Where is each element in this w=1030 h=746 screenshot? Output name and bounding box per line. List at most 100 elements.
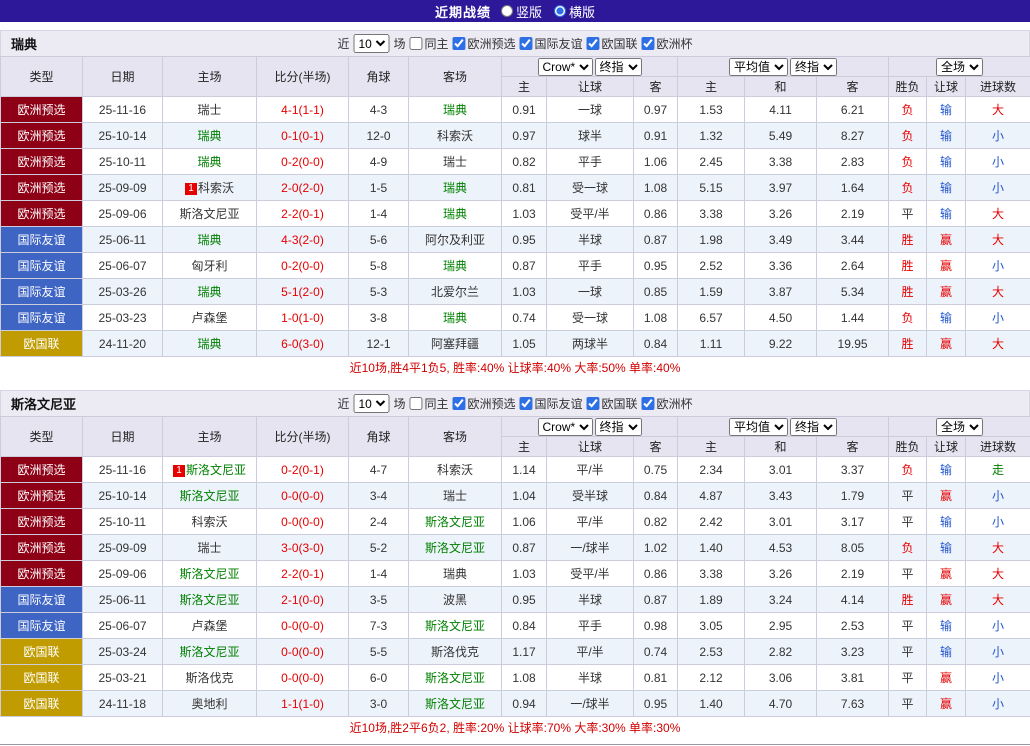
competition-checkbox[interactable]: [452, 397, 465, 410]
away-team: 波黑: [409, 587, 502, 613]
competition-filter[interactable]: 欧洲杯: [642, 395, 693, 412]
competition-checkbox[interactable]: [587, 37, 600, 50]
competition-filter[interactable]: 国际友谊: [520, 395, 583, 412]
sub-column-header: 胜负: [889, 437, 927, 457]
home-team: 斯洛文尼亚: [163, 561, 257, 587]
corner-count: 3-5: [349, 587, 409, 613]
average-odds-value: 2.64: [817, 253, 889, 279]
bookmaker-odds-value: 一球: [547, 97, 634, 123]
score-cell: 0-0(0-0): [257, 509, 349, 535]
odds-group-header: Crow*终指: [502, 57, 678, 77]
average-odds-value: 7.63: [817, 691, 889, 717]
odds-source-select[interactable]: 终指: [790, 58, 837, 76]
competition-label: 国际友谊: [535, 395, 583, 412]
competition-checkbox[interactable]: [642, 37, 655, 50]
home-team-name: 斯洛文尼亚: [179, 207, 239, 221]
away-team-name: 北爱尔兰: [431, 285, 479, 299]
matches-table: 类型日期主场比分(半场)角球客场Crow*终指平均值终指全场主让球客主和客胜负让…: [0, 416, 1030, 717]
match-date: 25-06-11: [83, 587, 163, 613]
home-team-name: 瑞典: [197, 129, 221, 143]
result-flag: 输: [927, 305, 966, 331]
match-date: 25-10-14: [83, 483, 163, 509]
odds-group-header: 平均值终指: [678, 57, 889, 77]
competition-filter[interactable]: 欧国联: [587, 395, 638, 412]
home-team-name: 斯洛文尼亚: [179, 645, 239, 659]
away-team-name: 瑞典: [443, 259, 467, 273]
sub-column-header: 进球数: [966, 77, 1030, 97]
average-odds-value: 1.53: [678, 97, 745, 123]
score-cell: 0-0(0-0): [257, 483, 349, 509]
competition-checkbox[interactable]: [642, 397, 655, 410]
view-mode-option[interactable]: 横版: [554, 2, 595, 21]
odds-source-select[interactable]: 终指: [595, 418, 642, 436]
away-team: 瑞典: [409, 253, 502, 279]
match-row: 国际友谊25-06-07卢森堡0-0(0-0)7-3斯洛文尼亚0.84平手0.9…: [1, 613, 1030, 639]
bookmaker-odds-value: 0.87: [502, 253, 547, 279]
competition-type-cell: 欧洲预选: [1, 457, 83, 483]
away-team: 科索沃: [409, 123, 502, 149]
competition-checkbox[interactable]: [452, 37, 465, 50]
odds-source-select[interactable]: 全场: [936, 418, 983, 436]
result-flag: 输: [927, 123, 966, 149]
competition-checkbox[interactable]: [520, 397, 533, 410]
result-flag: 大: [966, 227, 1030, 253]
odds-source-select[interactable]: Crow*: [538, 418, 593, 436]
bookmaker-odds-value: 0.91: [634, 123, 678, 149]
odds-source-select[interactable]: 终指: [790, 418, 837, 436]
match-count-select[interactable]: 10: [353, 394, 389, 413]
sub-column-header: 主: [502, 77, 547, 97]
corner-count: 3-0: [349, 691, 409, 717]
same-home-checkbox[interactable]: [409, 37, 422, 50]
home-team: 瑞典: [163, 227, 257, 253]
corner-count: 5-6: [349, 227, 409, 253]
competition-filter[interactable]: 欧洲预选: [452, 35, 515, 52]
home-team-name: 卢森堡: [191, 619, 227, 633]
competition-filter[interactable]: 国际友谊: [520, 35, 583, 52]
same-home-label: 同主: [424, 35, 448, 52]
sub-column-header: 让球: [547, 437, 634, 457]
average-odds-value: 5.15: [678, 175, 745, 201]
home-team-name: 科索沃: [198, 181, 234, 195]
odds-source-select[interactable]: Crow*: [538, 58, 593, 76]
competition-checkbox[interactable]: [587, 397, 600, 410]
match-count-select[interactable]: 10: [353, 34, 389, 53]
bookmaker-odds-value: 0.85: [634, 279, 678, 305]
odds-source-select[interactable]: 平均值: [729, 58, 788, 76]
average-odds-value: 19.95: [817, 331, 889, 357]
away-team-name: 斯洛文尼亚: [425, 697, 485, 711]
home-team: 斯洛文尼亚: [163, 201, 257, 227]
sub-column-header: 客: [817, 437, 889, 457]
bookmaker-odds-value: 0.97: [634, 97, 678, 123]
home-team-name: 科索沃: [191, 515, 227, 529]
competition-filter[interactable]: 欧洲预选: [452, 395, 515, 412]
odds-source-select[interactable]: 全场: [936, 58, 983, 76]
bookmaker-odds-value: 0.91: [502, 97, 547, 123]
bookmaker-odds-value: 1.08: [502, 665, 547, 691]
view-mode-radio[interactable]: [554, 5, 566, 17]
result-flag: 胜: [889, 253, 927, 279]
view-mode-option[interactable]: 竖版: [501, 2, 542, 21]
average-odds-value: 1.79: [817, 483, 889, 509]
odds-source-select[interactable]: 平均值: [729, 418, 788, 436]
home-team-name: 瑞士: [197, 103, 221, 117]
bookmaker-odds-value: 0.82: [634, 509, 678, 535]
average-odds-value: 4.87: [678, 483, 745, 509]
competition-filter[interactable]: 欧洲杯: [642, 35, 693, 52]
section-header: 瑞典近10场同主欧洲预选国际友谊欧国联欧洲杯: [0, 30, 1030, 56]
view-mode-radio[interactable]: [501, 5, 513, 17]
result-flag: 大: [966, 97, 1030, 123]
away-team: 斯洛文尼亚: [409, 691, 502, 717]
matches-label: 场: [393, 35, 405, 52]
average-odds-value: 3.24: [745, 587, 817, 613]
competition-checkbox[interactable]: [520, 37, 533, 50]
bookmaker-odds-value: 平/半: [547, 509, 634, 535]
score-cell: 0-2(0-0): [257, 253, 349, 279]
competition-filter[interactable]: 欧国联: [587, 35, 638, 52]
odds-source-select[interactable]: 终指: [595, 58, 642, 76]
bookmaker-odds-value: 1.04: [502, 483, 547, 509]
same-home-filter[interactable]: 同主: [409, 35, 448, 52]
average-odds-value: 1.98: [678, 227, 745, 253]
same-home-checkbox[interactable]: [409, 397, 422, 410]
competition-type-cell: 国际友谊: [1, 253, 83, 279]
same-home-filter[interactable]: 同主: [409, 395, 448, 412]
